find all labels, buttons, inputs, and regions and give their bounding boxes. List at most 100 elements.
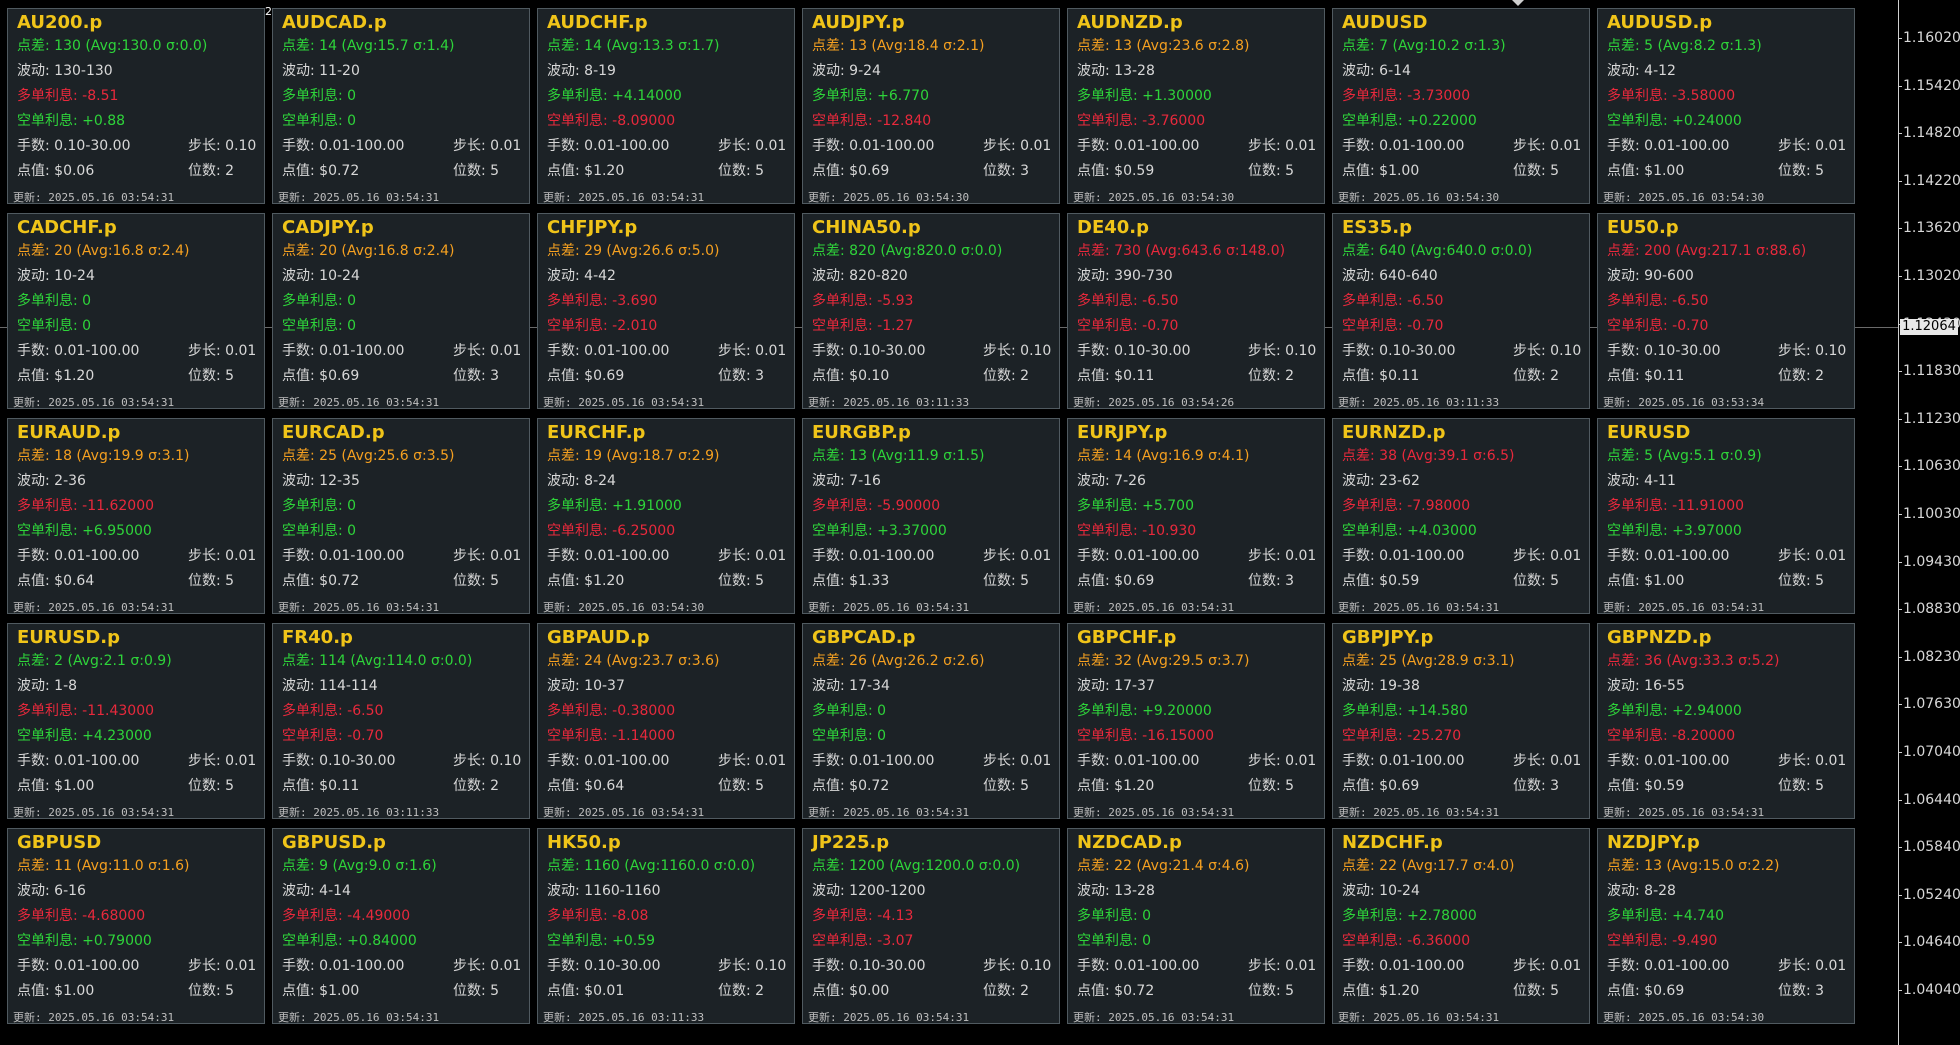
symbol-card[interactable]: EURCHF.p 点差: 19 (Avg:18.7 σ:2.9) 波动: 8-24 多… — [537, 418, 795, 614]
update-row: 更新: 2025.05.16 03:54:30 — [1073, 189, 1234, 203]
symbol-card[interactable]: FR40.p 点差: 114 (Avg:114.0 σ:0.0) 波动: 114-1… — [272, 623, 530, 819]
symbol-card[interactable]: AUDNZD.p 点差: 13 (Avg:23.6 σ:2.8) 波动: 13-28… — [1067, 8, 1325, 204]
symbol-card[interactable]: GBPCAD.p 点差: 26 (Avg:26.2 σ:2.6) 波动: 17-34… — [802, 623, 1060, 819]
price-tick: 1.09430 — [1898, 553, 1960, 570]
symbol-card[interactable]: EURNZD.p 点差: 38 (Avg:39.1 σ:6.5) 波动: 23-62… — [1332, 418, 1590, 614]
digits-label: 位数: — [1248, 983, 1281, 999]
symbol-card[interactable]: ES35.p 点差: 640 (Avg:640.0 σ:0.0) 波动: 640-6… — [1332, 213, 1590, 409]
symbol-card[interactable]: CADJPY.p 点差: 20 (Avg:16.8 σ:2.4) 波动: 10-24… — [272, 213, 530, 409]
symbol-card[interactable]: NZDCHF.p 点差: 22 (Avg:17.7 σ:4.0) 波动: 10-24… — [1332, 828, 1590, 1024]
digits-label: 位数: — [983, 163, 1016, 179]
symbol-card[interactable]: EURCAD.p 点差: 25 (Avg:25.6 σ:3.5) 波动: 12-35… — [272, 418, 530, 614]
symbol-card[interactable]: DE40.p 点差: 730 (Avg:643.6 σ:148.0) 波动: 390… — [1067, 213, 1325, 409]
symbol-card[interactable]: EURUSD.p 点差: 2 (Avg:2.1 σ:0.9) 波动: 1-8 多单利息… — [7, 623, 265, 819]
update-label: 更新: — [808, 601, 837, 614]
lots-value: 0.01-100.00 — [319, 138, 405, 154]
step-label: 步长: — [453, 548, 486, 564]
symbol-card[interactable]: AUDCAD.p 点差: 14 (Avg:15.7 σ:1.4) 波动: 11-20… — [272, 8, 530, 204]
digits-value: 2 — [1550, 368, 1560, 384]
spread-row: 点差: 26 (Avg:26.2 σ:2.6) — [812, 652, 984, 670]
update-time: 2025.05.16 03:54:31 — [1373, 806, 1500, 819]
symbol-card[interactable]: AUDCHF.p 点差: 14 (Avg:13.3 σ:1.7) 波动: 8-19 多… — [537, 8, 795, 204]
symbol-card[interactable]: GBPUSD 点差: 11 (Avg:11.0 σ:1.6) 波动: 6-16 多单利… — [7, 828, 265, 1024]
chart-area[interactable]: 2 AU200.p 点差: 130 (Avg:130.0 σ:0.0) 波动: 13… — [0, 0, 1898, 1045]
spread-label: 点差: — [17, 653, 50, 669]
step-row: 步长: 0.01 — [983, 547, 1051, 565]
update-time: 2025.05.16 03:54:31 — [843, 806, 970, 819]
short-swap-row: 空单利息: 0 — [17, 317, 91, 335]
symbol-card[interactable]: CHINA50.p 点差: 820 (Avg:820.0 σ:0.0) 波动: 82… — [802, 213, 1060, 409]
symbol-card[interactable]: EURJPY.p 点差: 14 (Avg:16.9 σ:4.1) 波动: 7-26 多… — [1067, 418, 1325, 614]
point-value-row: 点值: $0.00 — [812, 982, 889, 1000]
update-time: 2025.05.16 03:54:30 — [1638, 191, 1765, 204]
symbol-card[interactable]: GBPNZD.p 点差: 36 (Avg:33.3 σ:5.2) 波动: 16-55… — [1597, 623, 1855, 819]
symbol-card[interactable]: NZDJPY.p 点差: 13 (Avg:15.0 σ:2.2) 波动: 8-28 多… — [1597, 828, 1855, 1024]
range-row: 波动: 7-16 — [812, 472, 881, 490]
point-value-row: 点值: $0.59 — [1607, 777, 1684, 795]
spread-label: 点差: — [812, 653, 845, 669]
step-row: 步长: 0.01 — [718, 752, 786, 770]
symbol-card[interactable]: JP225.p 点差: 1200 (Avg:1200.0 σ:0.0) 波动: 12… — [802, 828, 1060, 1024]
symbol-card[interactable]: NZDCAD.p 点差: 22 (Avg:21.4 σ:4.6) 波动: 13-28… — [1067, 828, 1325, 1024]
short-swap-label: 空单利息: — [1077, 318, 1138, 334]
long-swap-row: 多单利息: -3.58000 — [1607, 87, 1735, 105]
symbol-card[interactable]: AU200.p 点差: 130 (Avg:130.0 σ:0.0) 波动: 130-… — [7, 8, 265, 204]
lots-row: 手数: 0.01-100.00 — [1342, 137, 1464, 155]
symbol-card[interactable]: CHFJPY.p 点差: 29 (Avg:26.6 σ:5.0) 波动: 4-42 多… — [537, 213, 795, 409]
step-label: 步长: — [188, 958, 221, 974]
symbol-card[interactable]: CADCHF.p 点差: 20 (Avg:16.8 σ:2.4) 波动: 10-24… — [7, 213, 265, 409]
digits-value: 3 — [1815, 983, 1825, 999]
long-swap-label: 多单利息: — [1077, 293, 1138, 309]
long-swap-value: -6.50 — [1142, 293, 1179, 309]
step-label: 步长: — [453, 343, 486, 359]
digits-row: 位数: 3 — [453, 367, 499, 385]
lots-label: 手数: — [1342, 343, 1375, 359]
range-row: 波动: 17-37 — [1077, 677, 1155, 695]
symbol-card[interactable]: AUDUSD.p 点差: 5 (Avg:8.2 σ:1.3) 波动: 4-12 多单利… — [1597, 8, 1855, 204]
lots-value: 0.10-30.00 — [584, 958, 661, 974]
symbol-name: NZDJPY.p — [1607, 832, 1700, 853]
symbol-card[interactable]: GBPUSD.p 点差: 9 (Avg:9.0 σ:1.6) 波动: 4-14 多单利… — [272, 828, 530, 1024]
update-time: 2025.05.16 03:54:31 — [313, 396, 440, 409]
symbol-card[interactable]: EURGBP.p 点差: 13 (Avg:11.9 σ:1.5) 波动: 7-16 多… — [802, 418, 1060, 614]
short-swap-value: -3.07 — [877, 933, 914, 949]
spread-value: 5 (Avg:8.2 σ:1.3) — [1644, 38, 1762, 54]
short-swap-row: 空单利息: +0.59 — [547, 932, 655, 950]
symbol-card[interactable]: EURUSD 点差: 5 (Avg:5.1 σ:0.9) 波动: 4-11 多单利息:… — [1597, 418, 1855, 614]
long-swap-label: 多单利息: — [547, 498, 608, 514]
digits-value: 5 — [1550, 163, 1560, 179]
update-row: 更新: 2025.05.16 03:54:31 — [1603, 599, 1764, 613]
lots-value: 0.01-100.00 — [1114, 958, 1200, 974]
symbol-card[interactable]: EU50.p 点差: 200 (Avg:217.1 σ:88.6) 波动: 90-6… — [1597, 213, 1855, 409]
top-marker-label: 2 — [265, 5, 272, 18]
price-tick: 1.11230 — [1898, 410, 1960, 427]
symbol-card[interactable]: EURAUD.p 点差: 18 (Avg:19.9 σ:3.1) 波动: 2-36 多… — [7, 418, 265, 614]
spread-row: 点差: 640 (Avg:640.0 σ:0.0) — [1342, 242, 1532, 260]
digits-row: 位数: 3 — [1778, 982, 1824, 1000]
symbol-card[interactable]: AUDUSD 点差: 7 (Avg:10.2 σ:1.3) 波动: 6-14 多单利息… — [1332, 8, 1590, 204]
step-row: 步长: 0.01 — [1513, 957, 1581, 975]
price-axis[interactable]: 1.16020 1.15420 1.14820 1.14220 1.13620 1.130… — [1898, 0, 1960, 1045]
symbol-card[interactable]: AUDJPY.p 点差: 13 (Avg:18.4 σ:2.1) 波动: 9-24 多… — [802, 8, 1060, 204]
digits-value: 5 — [755, 573, 765, 589]
symbol-card[interactable]: GBPJPY.p 点差: 25 (Avg:28.9 σ:3.1) 波动: 19-38… — [1332, 623, 1590, 819]
long-swap-row: 多单利息: 0 — [282, 292, 356, 310]
digits-value: 2 — [490, 778, 500, 794]
short-swap-value: +4.23000 — [82, 728, 152, 744]
short-swap-value: -2.010 — [612, 318, 658, 334]
digits-label: 位数: — [718, 983, 751, 999]
range-row: 波动: 1160-1160 — [547, 882, 660, 900]
digits-label: 位数: — [453, 573, 486, 589]
digits-row: 位数: 5 — [1248, 982, 1294, 1000]
symbol-card[interactable]: HK50.p 点差: 1160 (Avg:1160.0 σ:0.0) 波动: 116… — [537, 828, 795, 1024]
range-row: 波动: 4-14 — [282, 882, 351, 900]
update-label: 更新: — [1603, 806, 1632, 819]
step-label: 步长: — [453, 138, 486, 154]
update-time: 2025.05.16 03:54:31 — [1108, 601, 1235, 614]
symbol-name: EURNZD.p — [1342, 422, 1446, 443]
symbol-card[interactable]: GBPCHF.p 点差: 32 (Avg:29.5 σ:3.7) 波动: 17-37… — [1067, 623, 1325, 819]
point-value-row: 点值: $1.00 — [1607, 572, 1684, 590]
symbol-card[interactable]: GBPAUD.p 点差: 24 (Avg:23.7 σ:3.6) 波动: 10-37… — [537, 623, 795, 819]
price-tick: 1.04040 — [1898, 982, 1960, 998]
digits-value: 3 — [490, 368, 500, 384]
